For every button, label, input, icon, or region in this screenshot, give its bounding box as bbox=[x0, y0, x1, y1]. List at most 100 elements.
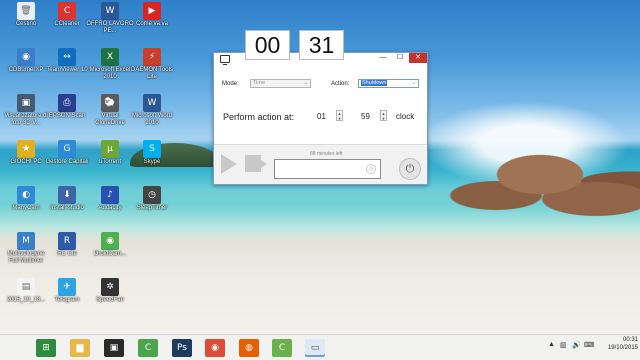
ms-word-glyph-icon: W bbox=[143, 94, 161, 112]
mode-select[interactable]: Time ⌄ bbox=[250, 79, 311, 88]
ms-word-icon[interactable]: W Microsoft Word 2010 bbox=[128, 94, 176, 127]
manycam-glyph-icon: ◐ bbox=[17, 186, 35, 204]
camera-icon[interactable] bbox=[245, 155, 267, 172]
desktop-icon-label: Microsoft Excel 2010 bbox=[89, 67, 131, 80]
rc-icon[interactable]: R RC Cle bbox=[43, 232, 91, 258]
timer-icon: ◷ bbox=[366, 164, 376, 174]
utorrent-glyph-icon: µ bbox=[101, 140, 119, 158]
clock-label: clock bbox=[396, 112, 415, 121]
skype-icon[interactable]: S Skype bbox=[128, 140, 176, 166]
language-icon[interactable]: ⌨ bbox=[584, 341, 594, 349]
speedfan-icon[interactable]: ✲ SpeedFan bbox=[86, 278, 134, 304]
gestore-glyph-icon: G bbox=[58, 140, 76, 158]
virtual-clonedrive-glyph-icon: 🐑 bbox=[101, 94, 119, 112]
camtasia-recorder-icon[interactable]: C bbox=[272, 339, 292, 357]
chevron-down-icon: ⌄ bbox=[303, 80, 308, 86]
remaining-text: 88 minutes left bbox=[310, 151, 343, 157]
minute-stepper[interactable]: ▲ ▼ bbox=[380, 110, 387, 121]
action-value: Shutdown bbox=[361, 80, 388, 86]
rc-glyph-icon: R bbox=[58, 232, 76, 250]
clock-time: 00:31 bbox=[622, 337, 638, 343]
desktop-icon-label: CCleaner bbox=[54, 21, 80, 27]
desktop-icon-label: OFFRO LAVORO PE... bbox=[86, 21, 134, 34]
desktop-icon-label: uTorrent bbox=[98, 159, 121, 165]
visualizzatore-glyph-icon: ▣ bbox=[17, 94, 35, 112]
teamviewer-icon[interactable]: ↔ TeamViewer 10 bbox=[43, 48, 91, 74]
daemon-tools-glyph-icon: ⚡ bbox=[143, 48, 161, 66]
close-button[interactable]: ✕ bbox=[409, 53, 427, 63]
telegram-glyph-icon: ✈ bbox=[58, 278, 76, 296]
droidcam-icon[interactable]: ◉ DroidCam... bbox=[86, 232, 134, 258]
mode-label: Mode: bbox=[222, 81, 239, 87]
shutdown-timer-taskbar-icon[interactable]: ▭ bbox=[305, 339, 325, 357]
gestore-icon[interactable]: G Gestore Capitali bbox=[43, 140, 91, 166]
action-display: ◷ bbox=[274, 159, 381, 179]
desktop-icon-label: RC Cle bbox=[57, 251, 77, 257]
install-studio-icon[interactable]: ⬇ Install-studio bbox=[43, 186, 91, 212]
desktop-icon-label: Install-studio bbox=[50, 205, 84, 211]
sleep-timer-icon[interactable]: ◷ SleepTimer bbox=[128, 186, 176, 212]
timer-minutes: 31 bbox=[299, 30, 344, 60]
action-label: Action: bbox=[331, 81, 350, 87]
epson-scan-glyph-icon: ⎙ bbox=[58, 94, 76, 112]
word-glyph-icon: W bbox=[101, 2, 119, 20]
ccleaner-icon[interactable]: C CCleaner bbox=[43, 2, 91, 28]
droidcam-glyph-icon: ◉ bbox=[101, 232, 119, 250]
desktop-icon-label: Audacity bbox=[98, 205, 122, 211]
youtube-glyph-icon: ▶ bbox=[143, 2, 161, 20]
virtual-clonedrive-icon[interactable]: 🐑 Virtual CloneDrive bbox=[86, 94, 134, 127]
clock-date: 19/10/2015 bbox=[607, 345, 638, 351]
cdburnerxp-glyph-icon: ◉ bbox=[17, 48, 35, 66]
minute-value[interactable]: 59 bbox=[361, 112, 370, 121]
taskbar-clock[interactable]: 00:31 19/10/2015 bbox=[598, 336, 638, 352]
desktop-icon-label: SleepTimer bbox=[136, 205, 168, 211]
minimize-button[interactable]: — bbox=[375, 53, 391, 63]
photoshop-icon[interactable]: Ps bbox=[172, 339, 192, 357]
word-icon[interactable]: W OFFRO LAVORO PE... bbox=[86, 2, 134, 35]
desktop-icon-label: EPSON Scan bbox=[48, 113, 86, 119]
control-panel: 88 minutes left ◷ ⏻ bbox=[214, 144, 427, 184]
camtasia-icon[interactable]: C bbox=[138, 339, 158, 357]
epson-scan-icon[interactable]: ⎙ EPSON Scan bbox=[43, 94, 91, 120]
daemon-tools-icon[interactable]: ⚡ DAEMON Tools Lite bbox=[128, 48, 176, 81]
desktop-icon-label: Telegram bbox=[54, 297, 80, 303]
telegram-icon[interactable]: ✈ Telegram bbox=[43, 278, 91, 304]
utorrent-icon[interactable]: µ uTorrent bbox=[86, 140, 134, 166]
volume-icon[interactable]: 🔊 bbox=[572, 341, 581, 349]
desktop-icon-label: TeamViewer 10 bbox=[46, 67, 88, 73]
hour-value[interactable]: 01 bbox=[317, 112, 326, 121]
file-glyph-icon: ▤ bbox=[17, 278, 35, 296]
giochi-pc-glyph-icon: ★ bbox=[17, 140, 35, 158]
excel-icon[interactable]: X Microsoft Excel 2010 bbox=[86, 48, 134, 81]
file-explorer-icon[interactable]: ▆ bbox=[70, 339, 90, 357]
teamviewer-glyph-icon: ↔ bbox=[58, 48, 76, 66]
play-icon[interactable] bbox=[221, 154, 237, 174]
speedfan-glyph-icon: ✲ bbox=[101, 278, 119, 296]
youtube-icon[interactable]: ▶ Come va.va bbox=[128, 2, 176, 28]
desktop-icon-label: Virtual CloneDrive bbox=[95, 113, 125, 126]
skype-glyph-icon: S bbox=[143, 140, 161, 158]
audacity-icon[interactable]: ♪ Audacity bbox=[86, 186, 134, 212]
audacity-glyph-icon: ♪ bbox=[101, 186, 119, 204]
maximize-button[interactable]: ☐ bbox=[392, 53, 408, 63]
desktop-icon-label: DroidCam... bbox=[93, 251, 126, 257]
media-icon[interactable]: ▣ bbox=[104, 339, 124, 357]
desktop-icon-label: Gestore Capitali bbox=[45, 159, 89, 165]
desktop-icon-label: Skype bbox=[143, 159, 161, 165]
start-button[interactable]: ⊞ bbox=[36, 339, 56, 357]
sleep-timer-glyph-icon: ◷ bbox=[143, 186, 161, 204]
power-button[interactable]: ⏻ bbox=[399, 158, 421, 180]
chrome-icon[interactable]: ◉ bbox=[205, 339, 225, 357]
chevron-down-icon: ⌄ bbox=[411, 80, 416, 86]
tray-arrow-icon[interactable]: ▲ bbox=[548, 341, 555, 348]
firefox-icon[interactable]: ◍ bbox=[239, 339, 259, 357]
desktop-icon-label: Come va.va bbox=[135, 21, 168, 27]
ccleaner-glyph-icon: C bbox=[58, 2, 76, 20]
network-icon[interactable]: ▥ bbox=[560, 341, 567, 349]
action-select[interactable]: Shutdown ⌄ bbox=[358, 79, 419, 88]
timer-hours: 00 bbox=[245, 30, 290, 60]
hour-stepper[interactable]: ▲ ▼ bbox=[336, 110, 343, 121]
shutdown-timer-window: — ☐ ✕ Mode: Time ⌄ Action: Shutdown ⌄ Pe… bbox=[213, 52, 428, 185]
perform-label: Perform action at: bbox=[223, 112, 295, 122]
mode-value: Time bbox=[253, 80, 266, 86]
